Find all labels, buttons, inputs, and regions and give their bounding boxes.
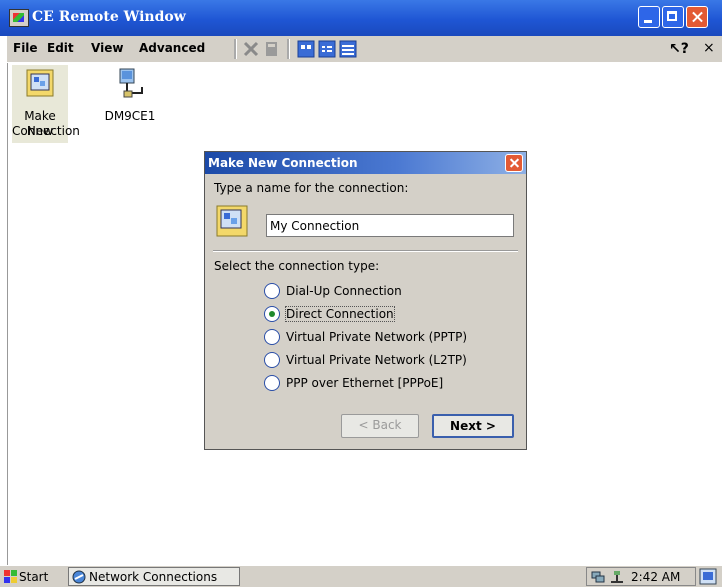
menu-view[interactable]: View bbox=[91, 41, 123, 55]
item-label: Connection bbox=[12, 124, 80, 138]
dialog-title-bar: Make New Connection bbox=[205, 152, 526, 174]
app-icon[interactable] bbox=[9, 9, 29, 27]
minimize-button[interactable] bbox=[638, 6, 660, 28]
network-connections-icon bbox=[72, 570, 86, 584]
help-icon[interactable]: ↖? bbox=[669, 41, 689, 57]
radio-button[interactable] bbox=[264, 329, 280, 345]
network-tray-icon[interactable] bbox=[590, 570, 606, 584]
menu-bar: File Edit View Advanced ↖? × bbox=[7, 36, 722, 63]
window-title: CE Remote Window bbox=[32, 9, 186, 25]
maximize-button[interactable] bbox=[662, 6, 684, 28]
start-flag-icon bbox=[4, 570, 17, 583]
toolbar-separator bbox=[287, 39, 290, 59]
close-window-button[interactable] bbox=[686, 6, 708, 28]
make-new-connection-dialog: Make New Connection Type a name for the … bbox=[204, 151, 527, 450]
help-label: ? bbox=[680, 41, 689, 57]
connection-name-input[interactable] bbox=[266, 214, 514, 237]
taskbar: Start Network Connections 2:42 AM bbox=[0, 565, 722, 587]
item-label: DM9CE1 bbox=[104, 109, 156, 123]
menu-advanced[interactable]: Advanced bbox=[139, 41, 205, 55]
show-desktop-icon[interactable] bbox=[698, 567, 718, 586]
toolbar-separator bbox=[234, 39, 237, 59]
radio-button-selected[interactable] bbox=[264, 306, 280, 322]
taskbar-network-connections[interactable]: Network Connections bbox=[68, 567, 240, 586]
radio-button[interactable] bbox=[264, 375, 280, 391]
option-label: Dial-Up Connection bbox=[286, 284, 402, 298]
dm9ce1-connection-item[interactable]: DM9CE1 bbox=[98, 65, 162, 125]
type-prompt: Select the connection type: bbox=[214, 259, 380, 273]
divider bbox=[213, 250, 518, 252]
start-label: Start bbox=[19, 570, 49, 584]
title-bar: CE Remote Window bbox=[0, 0, 722, 36]
dialog-title: Make New Connection bbox=[208, 156, 358, 170]
next-button[interactable]: Next > bbox=[432, 414, 514, 438]
menu-file[interactable]: File bbox=[13, 41, 38, 55]
option-label: PPP over Ethernet [PPPoE] bbox=[286, 376, 444, 390]
delete-icon[interactable] bbox=[242, 40, 260, 58]
make-new-connection-item[interactable]: Make New Connection bbox=[12, 65, 80, 143]
small-icons-view-icon[interactable] bbox=[318, 40, 336, 58]
radio-button[interactable] bbox=[264, 352, 280, 368]
dialog-close-button[interactable] bbox=[505, 154, 523, 172]
option-label: Direct Connection bbox=[285, 306, 395, 322]
task-label: Network Connections bbox=[89, 570, 218, 584]
menu-edit[interactable]: Edit bbox=[47, 41, 74, 55]
network-connection-icon bbox=[119, 68, 143, 98]
clock: 2:42 AM bbox=[631, 570, 681, 584]
properties-icon[interactable] bbox=[263, 40, 281, 58]
make-new-connection-icon bbox=[26, 69, 54, 97]
option-label: Virtual Private Network (L2TP) bbox=[286, 353, 467, 367]
radio-button[interactable] bbox=[264, 283, 280, 299]
option-label: Virtual Private Network (PPTP) bbox=[286, 330, 467, 344]
details-view-icon[interactable] bbox=[339, 40, 357, 58]
system-tray: 2:42 AM bbox=[586, 567, 696, 586]
connection-tray-icon[interactable] bbox=[609, 570, 625, 584]
close-menu-icon[interactable]: × bbox=[703, 40, 715, 56]
connection-wizard-icon bbox=[216, 205, 248, 237]
back-button[interactable]: < Back bbox=[341, 414, 419, 438]
name-prompt: Type a name for the connection: bbox=[214, 181, 409, 195]
large-icons-view-icon[interactable] bbox=[297, 40, 315, 58]
start-button[interactable]: Start bbox=[2, 567, 66, 586]
